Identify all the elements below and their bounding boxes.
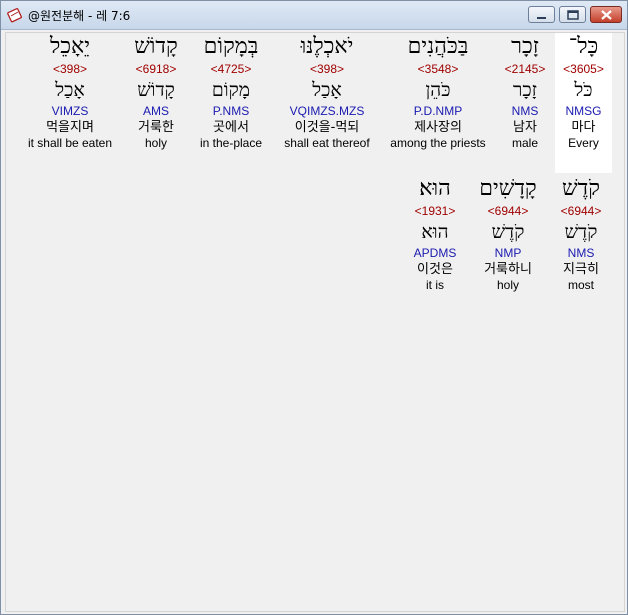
hebrew-word: כָּל־	[568, 34, 599, 59]
korean-gloss: 지극히	[563, 262, 599, 277]
word-cell[interactable]: בַּכֹּהֲנִים <3548> כֹּהֵן P.D.NMP 제사장의 …	[383, 33, 493, 151]
lemma: הוּא	[421, 221, 449, 243]
hebrew-word: יֵאָכֵל	[49, 34, 90, 59]
korean-gloss: 남자	[513, 120, 537, 135]
english-gloss: among the priests	[390, 136, 486, 150]
parsing-code: NMS	[511, 104, 539, 118]
hebrew-word: יֹאכְלֶנּוּ	[300, 34, 354, 59]
lemma: כֹּהֵן	[425, 79, 451, 101]
word-cell[interactable]: זָכָר <2145> זָכָר NMS 남자 male	[497, 33, 553, 151]
word-cell[interactable]: כָּל־ <3605> כֹּל NMSG 마다 Every	[555, 33, 612, 173]
parsing-code: P.NMS	[212, 104, 250, 118]
english-gloss: it shall be eaten	[27, 136, 113, 150]
lemma: כֹּל	[574, 79, 593, 101]
english-gloss: Every	[568, 136, 599, 150]
hebrew-word: קָדוֹשׁ	[134, 34, 178, 59]
lemma: קֹדֶשׁ	[491, 221, 525, 243]
hebrew-word: בַּכֹּהֲנִים	[407, 34, 469, 59]
english-gloss: in the-place	[199, 136, 263, 150]
maximize-button[interactable]	[559, 6, 586, 23]
title-bar[interactable]: @원전분해 - 레 7:6	[1, 1, 627, 30]
parsing-code: P.D.NMP	[413, 104, 463, 118]
english-gloss: holy	[496, 278, 519, 292]
strong-number[interactable]: <6944>	[472, 203, 544, 219]
lemma: מָקוֹם	[211, 79, 251, 101]
english-gloss: shall eat thereof	[284, 136, 370, 150]
strong-number[interactable]: <6918>	[124, 61, 188, 77]
close-button[interactable]	[590, 6, 622, 23]
korean-gloss: 거룩하니	[484, 262, 532, 277]
parsing-code: NMP	[494, 246, 522, 260]
hebrew-word: קָדָשִׁים	[479, 176, 537, 201]
lemma: אָכַל	[55, 79, 85, 101]
english-gloss: male	[511, 136, 538, 150]
strong-number[interactable]: <4725>	[196, 61, 266, 77]
lemma: זָכָר	[513, 79, 537, 101]
hebrew-word: זָכָר	[511, 34, 539, 59]
parsing-code: NMSG	[565, 104, 602, 118]
word-cell[interactable]: בְּמָקוֹם <4725> מָקוֹם P.NMS 곳에서 in the…	[196, 33, 266, 151]
strong-number[interactable]: <2145>	[497, 61, 553, 77]
word-cell[interactable]: יֵאָכֵל <398> אָכַל VIMZS 먹을지며 it shall …	[20, 33, 120, 151]
minimize-button[interactable]	[528, 6, 555, 23]
word-cell[interactable]: הוּא׃ <1931> הוּא APDMS 이것은 it is	[402, 175, 468, 293]
strong-number[interactable]: <398>	[20, 61, 120, 77]
korean-gloss: 이것을-먹되	[294, 120, 360, 135]
lemma: קָדוֹשׁ	[137, 79, 175, 101]
strong-number[interactable]: <1931>	[402, 203, 468, 219]
hebrew-word: קֹדֶשׁ	[562, 176, 600, 201]
word-cell[interactable]: קָדָשִׁים <6944> קֹדֶשׁ NMP 거룩하니 holy	[472, 175, 544, 293]
hebrew-word: בְּמָקוֹם	[203, 34, 259, 59]
english-gloss: it is	[426, 278, 444, 292]
word-cell[interactable]: קֹדֶשׁ <6944> קֹדֶשׁ NMS 지극히 most	[551, 175, 611, 293]
korean-gloss: 제사장의	[414, 120, 462, 135]
word-cell[interactable]: קָדוֹשׁ <6918> קָדוֹשׁ AMS 거룩한 holy	[124, 33, 188, 151]
strong-number[interactable]: <6944>	[551, 203, 611, 219]
english-gloss: most	[567, 278, 594, 292]
parsing-code: NMS	[567, 246, 595, 260]
app-window: @원전분해 - 레 7:6 כָּל־ <3605> כֹּל NMSG 마다 …	[0, 0, 628, 615]
app-book-icon[interactable]	[7, 7, 23, 23]
korean-gloss: 마다	[571, 120, 596, 135]
lemma: קֹדֶשׁ	[564, 221, 598, 243]
korean-gloss: 이것은	[417, 262, 453, 277]
korean-gloss: 거룩한	[138, 120, 174, 135]
korean-gloss: 곳에서	[213, 120, 249, 135]
parsing-code: VQIMZS.MZS	[289, 104, 365, 118]
english-gloss: holy	[144, 136, 167, 150]
korean-gloss: 먹을지며	[46, 120, 94, 135]
strong-number[interactable]: <3605>	[555, 61, 612, 77]
word-cell[interactable]: יֹאכְלֶנּוּ <398> אָכַל VQIMZS.MZS 이것을-먹…	[276, 33, 378, 151]
strong-number[interactable]: <398>	[276, 61, 378, 77]
lemma: אָכַל	[312, 79, 342, 101]
interlinear-panel: כָּל־ <3605> כֹּל NMSG 마다 Every זָכָר <2…	[5, 32, 625, 612]
hebrew-word: הוּא׃	[419, 176, 451, 201]
parsing-code: APDMS	[413, 246, 457, 260]
parsing-code: AMS	[142, 104, 169, 118]
parsing-code: VIMZS	[51, 104, 89, 118]
window-title: @원전분해 - 레 7:6	[28, 9, 131, 23]
strong-number[interactable]: <3548>	[383, 61, 493, 77]
